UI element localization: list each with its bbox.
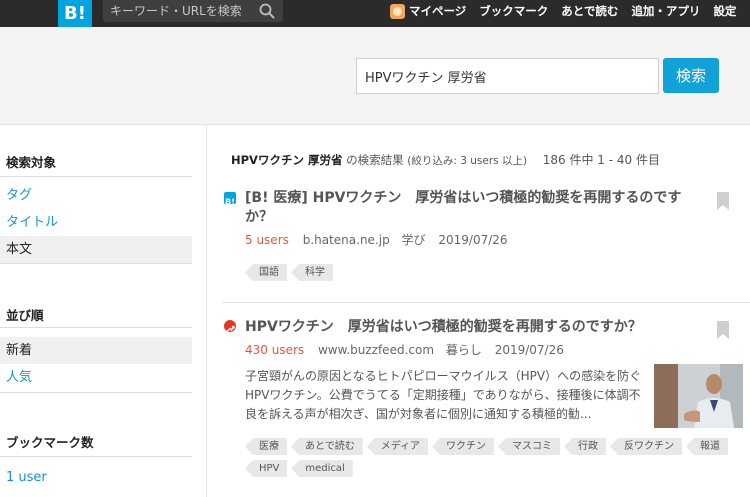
nav-bookmarks[interactable]: ブックマーク: [479, 3, 548, 19]
entry-thumbnail[interactable]: [654, 364, 743, 428]
sidebar-item-newest[interactable]: 新着: [0, 337, 192, 364]
entry-users-count[interactable]: 5 users: [245, 233, 289, 247]
results-filter: (絞り込み: 3 users 以上): [407, 155, 528, 167]
tag[interactable]: medical: [291, 460, 353, 477]
entry-summary: 子宮頸がんの原因となるヒトパピローマウイルス（HPV）への感染を防ぐHPVワクチ…: [245, 369, 642, 421]
tag[interactable]: あとで読む: [291, 438, 363, 455]
sidebar-divider: [0, 263, 192, 264]
sidebar-divider: [0, 327, 192, 328]
top-search-input[interactable]: [103, 0, 253, 22]
search-area: 検索: [0, 27, 750, 125]
tag[interactable]: 科学: [291, 264, 333, 281]
search-icon[interactable]: [258, 2, 276, 20]
sidebar-divider: [0, 392, 192, 393]
sidebar: 検索対象 タグ タイトル 本文 並び順 新着 人気 ブックマーク数 1 user: [0, 125, 207, 497]
entry-domain[interactable]: b.hatena.ne.jp: [303, 233, 390, 247]
entry-divider: [222, 302, 750, 303]
sidebar-item-1-user[interactable]: 1 user: [0, 464, 192, 491]
bookmark-icon[interactable]: [716, 321, 730, 339]
entry-date: 2019/07/26: [494, 343, 564, 357]
entry-tags: 医療 あとで読む メディア ワクチン マスコミ 行政 反ワクチン 報道 HPV …: [245, 438, 735, 482]
top-bar: B! マイページ ブックマーク あとで読む 追加・アプリ 設定: [0, 0, 750, 27]
nav-mypage-label: マイページ: [409, 4, 467, 18]
bookmark-count-heading: ブックマーク数: [6, 435, 94, 450]
nav-read-later[interactable]: あとで読む: [561, 3, 618, 19]
sort-heading: 並び順: [6, 308, 44, 323]
hatena-favicon-icon: B!: [224, 192, 236, 207]
sidebar-item-body[interactable]: 本文: [0, 236, 192, 263]
tag[interactable]: メディア: [366, 438, 429, 455]
entry-date: 2019/07/26: [438, 233, 508, 247]
results-query: HPVワクチン 厚労省: [231, 153, 343, 167]
tag[interactable]: 医療: [245, 438, 287, 455]
person-photo-icon: [654, 364, 743, 428]
tag[interactable]: 報道: [686, 438, 729, 455]
sidebar-divider: [0, 456, 192, 457]
tag[interactable]: 行政: [564, 438, 607, 455]
results-suffix: の検索結果: [346, 153, 404, 167]
bookmark-icon[interactable]: [716, 192, 730, 210]
nav-mypage[interactable]: マイページ: [390, 3, 466, 19]
sidebar-item-popular[interactable]: 人気: [0, 364, 192, 391]
tag[interactable]: マスコミ: [498, 438, 561, 455]
entry-meta: 5 users b.hatena.ne.jp 学び 2019/07/26: [245, 231, 508, 248]
nav-settings[interactable]: 設定: [713, 3, 736, 19]
results-count: 186 件中 1 - 40 件目: [542, 153, 660, 167]
results-header: HPVワクチン 厚労省 の検索結果 (絞り込み: 3 users 以上) 186…: [231, 151, 660, 168]
sidebar-item-title[interactable]: タイトル: [0, 209, 192, 236]
entry-users-count[interactable]: 430 users: [245, 343, 304, 357]
entry-title-link[interactable]: HPVワクチン 厚労省はいつ積極的勧奨を再開するのですか？: [245, 318, 700, 337]
entry-title-link[interactable]: [B! 医療] HPVワクチン 厚労省はいつ積極的勧奨を再開するのですか？: [245, 189, 700, 227]
entry-category[interactable]: 暮らし: [446, 343, 482, 357]
nav-add-app[interactable]: 追加・アプリ: [631, 3, 700, 19]
top-search-box: [103, 0, 283, 22]
search-target-heading: 検索対象: [6, 155, 57, 170]
top-nav: マイページ ブックマーク あとで読む 追加・アプリ 設定: [390, 0, 749, 22]
tag[interactable]: 国語: [245, 264, 287, 281]
buzzfeed-favicon-icon: [224, 320, 236, 333]
avatar: [390, 3, 405, 19]
tag[interactable]: HPV: [245, 460, 288, 477]
entry-domain[interactable]: www.buzzfeed.com: [318, 343, 434, 357]
sidebar-divider: [0, 176, 192, 177]
entry-meta: 430 users www.buzzfeed.com 暮らし 2019/07/2…: [245, 341, 564, 358]
search-button[interactable]: 検索: [663, 58, 719, 93]
tag[interactable]: ワクチン: [432, 438, 495, 455]
main-search-input[interactable]: [356, 58, 659, 94]
tag[interactable]: 反ワクチン: [610, 438, 683, 455]
hatena-logo[interactable]: B!: [58, 0, 92, 27]
sidebar-item-tag[interactable]: タグ: [0, 182, 192, 209]
entry-tags: 国語 科学: [245, 264, 715, 286]
svg-text:B!: B!: [225, 198, 235, 207]
entry-category[interactable]: 学び: [402, 233, 426, 247]
